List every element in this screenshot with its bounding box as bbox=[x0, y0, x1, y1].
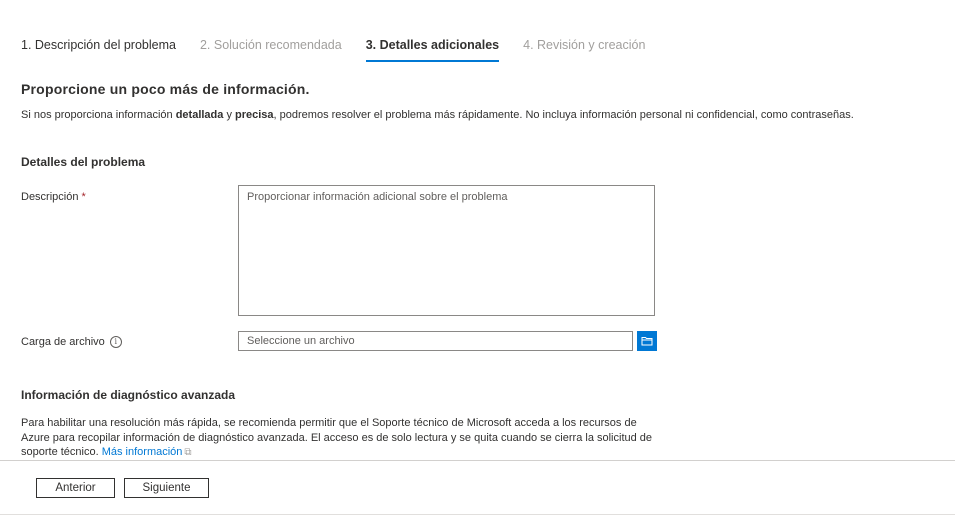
file-upload-label-text: Carga de archivo bbox=[21, 336, 105, 348]
page-title: Proporcione un poco más de información. bbox=[21, 81, 310, 97]
tab-additional-details[interactable]: 3. Detalles adicionales bbox=[365, 38, 500, 62]
required-marker: * bbox=[81, 191, 86, 203]
external-link-icon: ⧉ bbox=[184, 447, 192, 458]
more-info-link[interactable]: Más información bbox=[102, 446, 183, 458]
intro-bold-detailed: detallada bbox=[175, 109, 224, 121]
file-browse-button[interactable] bbox=[637, 331, 657, 351]
file-upload-label: Carga de archivo i bbox=[21, 336, 122, 349]
intro-part3: , podremos resolver el problema más rápi… bbox=[273, 109, 854, 121]
folder-icon bbox=[641, 337, 653, 346]
description-label: Descripción * bbox=[21, 191, 86, 203]
intro-text: Si nos proporciona información detallada… bbox=[21, 109, 854, 121]
tab-review-create[interactable]: 4. Revisión y creación bbox=[523, 38, 645, 62]
intro-bold-precise: precisa bbox=[235, 109, 274, 121]
description-textarea[interactable]: Proporcionar información adicional sobre… bbox=[238, 185, 655, 316]
tab-problem-description[interactable]: 1. Descripción del problema bbox=[21, 38, 176, 62]
problem-details-heading: Detalles del problema bbox=[21, 155, 146, 169]
wizard-tabs: 1. Descripción del problema 2. Solución … bbox=[21, 38, 645, 62]
next-button[interactable]: Siguiente bbox=[124, 478, 209, 498]
tab-recommended-solution[interactable]: 2. Solución recomendada bbox=[200, 38, 342, 62]
file-select-input[interactable]: Seleccione un archivo bbox=[238, 331, 633, 351]
description-label-text: Descripción bbox=[21, 191, 79, 203]
diagnostics-text: Para habilitar una resolución más rápida… bbox=[21, 416, 661, 461]
info-icon[interactable]: i bbox=[109, 336, 122, 349]
diagnostics-heading: Información de diagnóstico avanzada bbox=[21, 388, 236, 402]
previous-button[interactable]: Anterior bbox=[36, 478, 115, 498]
intro-part2: y bbox=[223, 109, 236, 121]
intro-part1: Si nos proporciona información bbox=[21, 109, 176, 121]
footer-bar: Anterior Siguiente bbox=[0, 460, 955, 515]
